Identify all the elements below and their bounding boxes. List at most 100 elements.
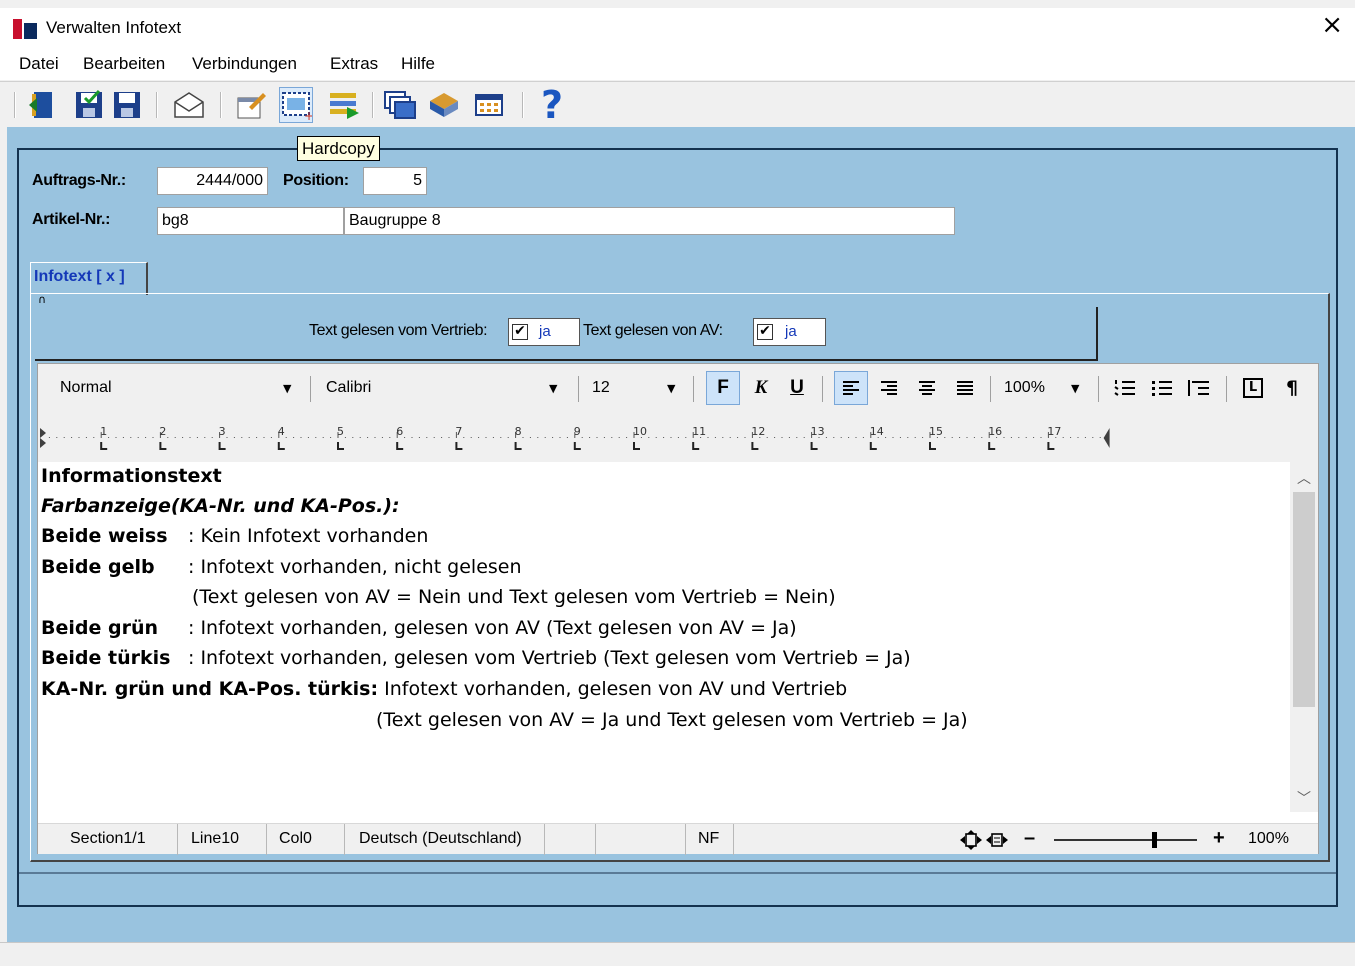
chevron-down-icon[interactable]: ▼ — [549, 382, 557, 395]
help-icon[interactable]: ? — [535, 86, 569, 124]
page-fit-icon[interactable] — [960, 830, 1010, 850]
frame-button[interactable]: L — [1236, 371, 1270, 405]
doc-term: Beide türkis — [41, 647, 171, 669]
ruler-tab-stop — [988, 442, 996, 450]
ruler-tab-stop — [929, 442, 936, 450]
save-icon[interactable] — [110, 87, 144, 123]
status-separator — [595, 824, 596, 855]
toolbar-separator — [156, 92, 158, 118]
artikel-description-field[interactable]: Baugruppe 8 — [344, 207, 955, 235]
exit-door-icon[interactable] — [26, 87, 60, 123]
auftrag-field[interactable]: 2444/000 — [157, 167, 268, 195]
ruler-scale: 1 2 3 4 5 6 7 8 9 10 11 12 13 14 15 16 17 — [40, 425, 1110, 450]
ruler-number: 11 — [692, 425, 706, 438]
scrollbar-thumb[interactable] — [1293, 492, 1315, 707]
italic-button[interactable]: K — [744, 371, 778, 405]
align-left-button[interactable] — [834, 371, 868, 405]
ruler-number: 1 — [100, 425, 107, 438]
position-field[interactable]: 5 — [363, 167, 427, 195]
scroll-up-icon[interactable]: ︿ — [1297, 468, 1311, 488]
status-separator — [344, 824, 345, 855]
menu-extras[interactable]: Extras — [330, 54, 378, 74]
align-right-button[interactable] — [872, 371, 906, 405]
ruler-tab-stop — [514, 442, 522, 450]
ruler[interactable]: 1 2 3 4 5 6 7 8 9 10 11 12 13 14 15 16 17 — [38, 414, 1318, 462]
status-separator — [733, 824, 734, 855]
multilevel-list-button[interactable] — [1182, 371, 1216, 405]
style-dropdown[interactable]: Normal — [52, 373, 302, 403]
bullet-list-button[interactable] — [1145, 371, 1179, 405]
status-column: Col0 — [279, 830, 312, 847]
pilcrow-button[interactable]: ¶ — [1275, 371, 1309, 405]
status-separator — [685, 824, 686, 855]
ruler-number: 16 — [988, 425, 1002, 438]
save-all-icon[interactable] — [72, 87, 106, 123]
status-zoom-value: 100% — [1248, 830, 1289, 847]
doc-definition: : Kein Infotext vorhanden — [188, 525, 429, 547]
tab-infotext[interactable]: Infotext [ x ] — [30, 262, 148, 295]
ruler-tab-stop — [159, 442, 167, 450]
book-icon[interactable] — [427, 87, 461, 123]
document-body[interactable]: Informationstext Farbanzeige(KA-Nr. und … — [38, 462, 1290, 812]
toolbar-separator — [578, 376, 579, 402]
font-dropdown[interactable]: Calibri — [318, 373, 568, 403]
svg-text:+: + — [304, 109, 312, 121]
ruler-right-indent-marker — [1103, 428, 1110, 448]
toolbar-separator — [822, 376, 823, 402]
list-export-icon[interactable] — [327, 87, 361, 123]
status-section: Section1/1 — [70, 830, 146, 847]
justify-button[interactable] — [948, 371, 982, 405]
zoom-slider-track[interactable] — [1054, 839, 1197, 841]
ruler-number: 2 — [159, 425, 166, 438]
ruler-number: 6 — [396, 425, 403, 438]
chevron-down-icon[interactable]: ▼ — [667, 382, 675, 395]
ruler-number: 10 — [633, 425, 647, 438]
ruler-number: 7 — [455, 425, 462, 438]
main-toolbar: + ? — [0, 81, 1355, 127]
menu-datei[interactable]: Datei — [19, 54, 59, 74]
ruler-number: 14 — [870, 425, 884, 438]
doc-definition: (Text gelesen von AV = Nein und Text gel… — [192, 586, 836, 608]
ruler-number: 9 — [574, 425, 581, 438]
read-by-sales-checkbox[interactable]: ✔ — [512, 324, 528, 340]
align-center-button[interactable] — [910, 371, 944, 405]
bullet-list-icon — [1152, 381, 1172, 396]
ruler-number: 8 — [515, 425, 522, 438]
status-line: Line10 — [191, 830, 240, 847]
mail-icon[interactable] — [172, 87, 206, 123]
artikel-field[interactable]: bg8 — [157, 207, 344, 235]
position-label: Position: — [283, 172, 349, 189]
format-toolbar: Normal ▼ Calibri ▼ 12 ▼ F K U 100% ▼ L ¶ — [38, 364, 1318, 414]
font-size-dropdown[interactable]: 12 — [586, 373, 676, 403]
numbered-list-button[interactable] — [1108, 371, 1142, 405]
frame-icon: L — [1243, 378, 1263, 398]
hardcopy-icon[interactable]: + — [279, 87, 313, 123]
ruler-number: 15 — [929, 425, 943, 438]
windows-icon[interactable] — [383, 87, 417, 123]
read-by-av-label: Text gelesen von AV: — [583, 322, 723, 339]
zoom-in-button[interactable]: + — [1213, 827, 1225, 850]
read-by-av-checkbox[interactable]: ✔ — [757, 324, 773, 340]
status-nf: NF — [698, 830, 720, 847]
calendar-grid-icon[interactable] — [472, 87, 506, 123]
underline-button[interactable]: U — [780, 371, 814, 405]
align-left-icon — [843, 381, 859, 395]
chevron-down-icon[interactable]: ▼ — [1071, 382, 1079, 395]
status-separator — [177, 824, 178, 855]
align-center-icon — [919, 381, 935, 395]
zoom-out-button[interactable]: – — [1024, 827, 1035, 850]
zoom-slider-thumb[interactable] — [1152, 832, 1158, 848]
bold-button[interactable]: F — [706, 371, 740, 405]
scroll-down-icon[interactable]: ﹀ — [1297, 788, 1311, 808]
ruler-tab-stop — [810, 442, 818, 450]
edit-window-icon[interactable] — [234, 87, 268, 123]
doc-definition: : Infotext vorhanden, gelesen von AV (Te… — [188, 617, 797, 639]
menu-bearbeiten[interactable]: Bearbeiten — [83, 54, 165, 74]
ruler-tab-stop — [692, 442, 700, 450]
auftrag-label: Auftrags-Nr.: — [32, 172, 126, 189]
chevron-down-icon[interactable]: ▼ — [283, 382, 291, 395]
ruler-tab-stop — [218, 442, 226, 450]
menu-verbindungen[interactable]: Verbindungen — [192, 54, 297, 74]
menu-hilfe[interactable]: Hilfe — [401, 54, 435, 74]
close-icon[interactable]: × — [1321, 10, 1343, 40]
